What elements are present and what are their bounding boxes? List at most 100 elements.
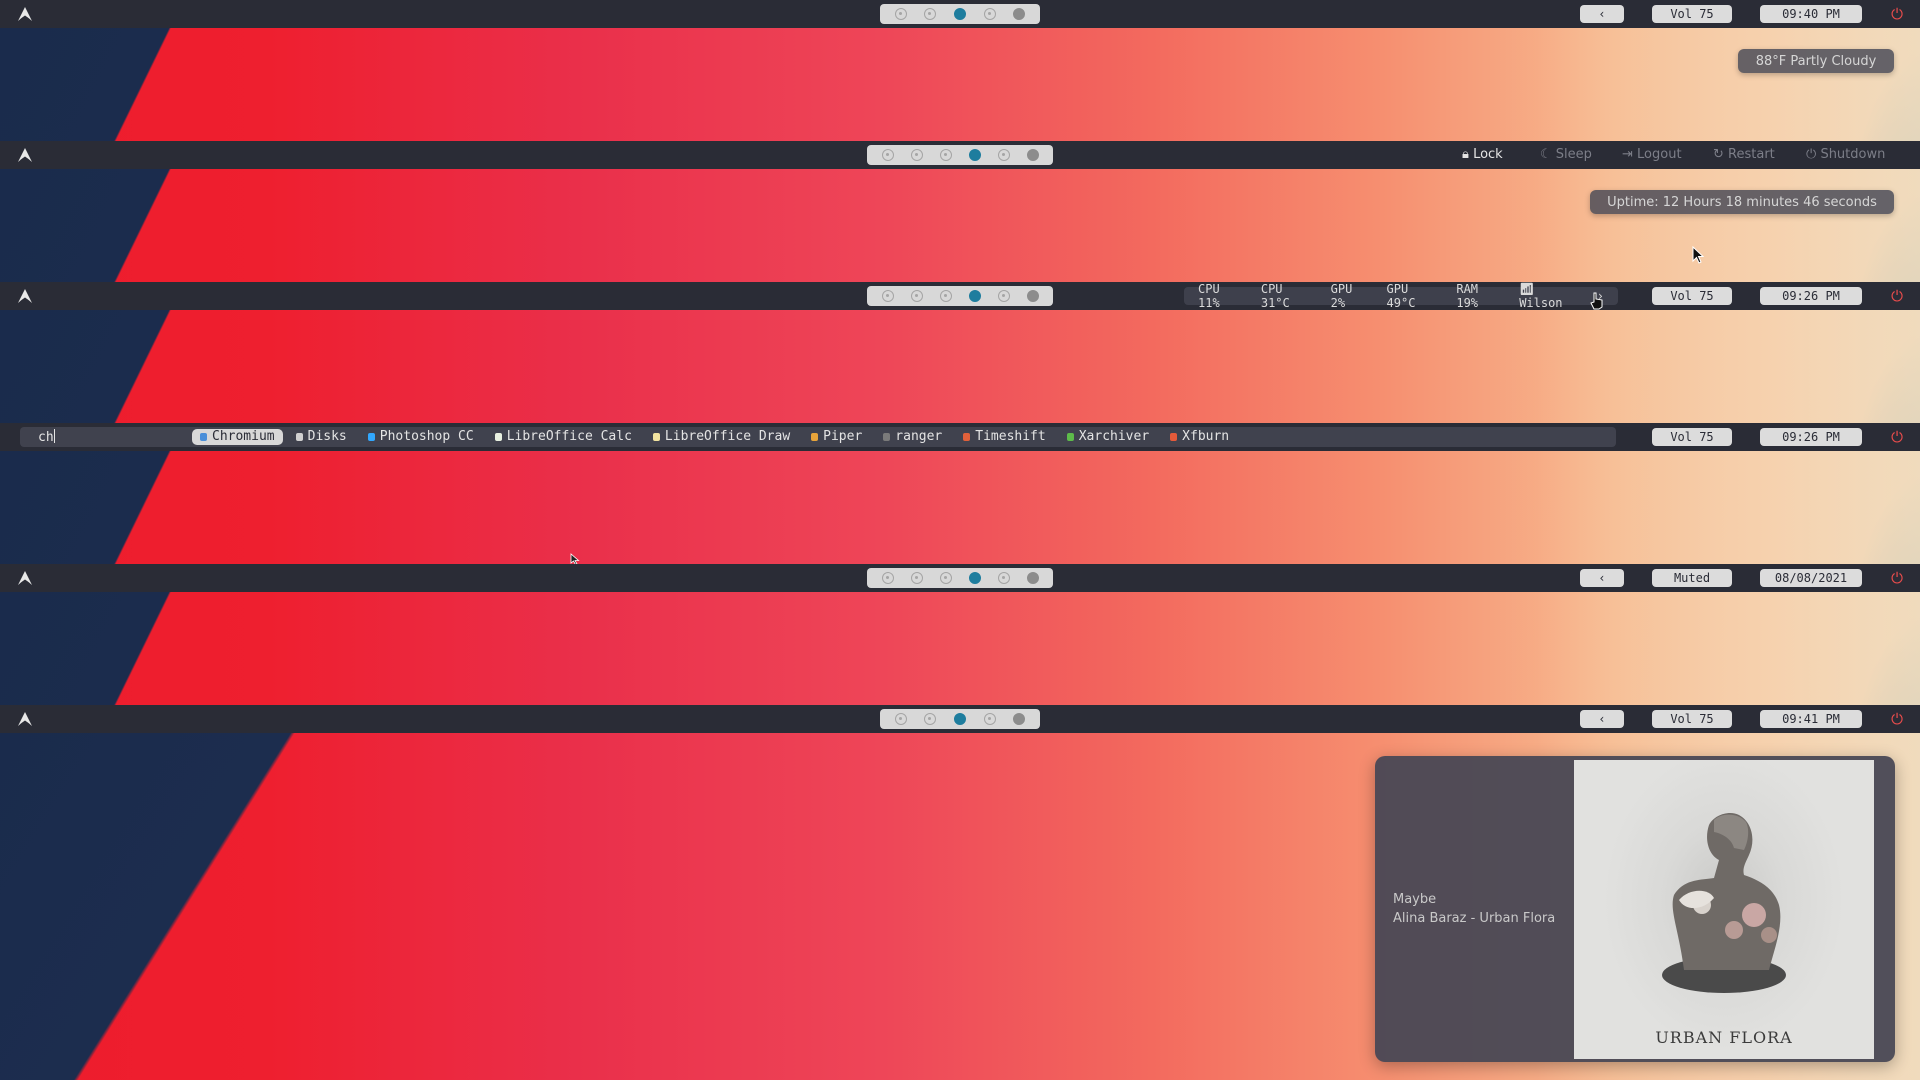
launcher-item[interactable]: Xfburn	[1162, 429, 1237, 445]
volume-indicator[interactable]: Vol 75	[1652, 287, 1732, 305]
app-launcher: ch Chromium Disks Photoshop CC LibreOffice …	[20, 427, 1616, 447]
app-icon	[367, 433, 375, 441]
workspace-2[interactable]	[910, 290, 923, 302]
launcher-item[interactable]: Chromium	[192, 429, 283, 445]
volume-indicator[interactable]: Vol 75	[1652, 428, 1732, 446]
top-bar-1: ‹ Vol 75 09:40 PM ⏻	[0, 0, 1920, 28]
power-icon[interactable]: ⏻	[1888, 287, 1906, 305]
launcher-search-input[interactable]: ch	[38, 429, 55, 445]
lock-icon: 🔒︎	[1462, 147, 1469, 162]
workspace-5[interactable]	[997, 572, 1010, 584]
track-title: Maybe	[1393, 892, 1437, 907]
mouse-pointer-icon	[1692, 246, 1704, 264]
collapse-button[interactable]: ‹	[1580, 710, 1624, 728]
launcher-item[interactable]: Piper	[803, 429, 870, 445]
launcher-item-label: Piper	[823, 429, 863, 444]
workspace-1[interactable]	[894, 8, 907, 20]
track-artist-album: Alina Baraz - Urban Flora	[1393, 911, 1556, 926]
launcher-item[interactable]: Disks	[288, 429, 355, 445]
volume-indicator[interactable]: Vol 75	[1652, 5, 1732, 23]
launcher-item[interactable]: Xarchiver	[1059, 429, 1157, 445]
chevron-left-icon: ‹	[1598, 712, 1606, 726]
date[interactable]: 08/08/2021	[1760, 569, 1862, 587]
lock-label: Lock	[1473, 147, 1503, 162]
power-icon[interactable]: ⏻	[1888, 569, 1906, 587]
wifi-ssid: Wilson	[1519, 296, 1563, 310]
workspace-3[interactable]	[939, 572, 952, 584]
arch-logo-icon[interactable]	[17, 570, 33, 586]
workspace-3[interactable]	[939, 290, 952, 302]
launcher-item[interactable]: Photoshop CC	[360, 429, 482, 445]
workspace-2[interactable]	[924, 8, 937, 20]
workspace-5[interactable]	[1013, 8, 1026, 20]
top-bar-4: ch Chromium Disks Photoshop CC LibreOffice …	[0, 423, 1920, 451]
workspace-2[interactable]	[924, 713, 937, 725]
arch-logo-icon[interactable]	[17, 6, 33, 22]
workspace-3[interactable]	[953, 8, 966, 20]
workspace-4[interactable]	[968, 572, 981, 584]
wifi-status[interactable]: 📶︎ Wilson	[1519, 282, 1583, 310]
launcher-item-label: Timeshift	[975, 429, 1046, 444]
sleep-button[interactable]: ☾ Sleep	[1540, 147, 1592, 162]
launcher-results: Chromium Disks Photoshop CC LibreOffice Cal…	[192, 429, 1242, 445]
workspace-4[interactable]	[983, 713, 996, 725]
logout-button[interactable]: ⇥ Logout	[1622, 147, 1682, 162]
top-bar-5: ‹ Muted 08/08/2021 ⏻	[0, 564, 1920, 592]
collapse-button[interactable]: ‹	[1580, 5, 1624, 23]
workspace-4[interactable]	[968, 290, 981, 302]
workspace-2[interactable]	[910, 572, 923, 584]
workspace-6[interactable]	[1026, 572, 1039, 584]
clock[interactable]: 09:26 PM	[1760, 287, 1862, 305]
app-icon	[1170, 433, 1178, 441]
gpu-temp: GPU 49°C	[1386, 282, 1416, 310]
collapse-button[interactable]: ‹	[1580, 569, 1624, 587]
arch-logo-icon[interactable]	[17, 147, 33, 163]
chevron-left-icon: ‹	[1598, 571, 1606, 585]
launcher-item[interactable]: ranger	[875, 429, 950, 445]
gpu-usage: GPU 2%	[1330, 282, 1353, 310]
workspace-6[interactable]	[1026, 149, 1039, 161]
workspace-1[interactable]	[881, 149, 894, 161]
workspace-switcher	[880, 4, 1040, 24]
app-icon	[295, 433, 303, 441]
power-icon[interactable]: ⏻	[1888, 710, 1906, 728]
volume-indicator[interactable]: Muted	[1652, 569, 1732, 587]
shutdown-label: Shutdown	[1820, 147, 1886, 162]
launcher-item-label: Photoshop CC	[379, 429, 474, 444]
restart-label: Restart	[1728, 147, 1775, 162]
workspace-3[interactable]	[939, 149, 952, 161]
workspace-3[interactable]	[953, 713, 966, 725]
lock-button[interactable]: 🔒︎ Lock	[1462, 147, 1503, 162]
ram-usage: RAM 19%	[1456, 282, 1479, 310]
workspace-1[interactable]	[881, 572, 894, 584]
workspace-1[interactable]	[894, 713, 907, 725]
workspace-2[interactable]	[910, 149, 923, 161]
arch-logo-icon[interactable]	[17, 288, 33, 304]
media-player-popup[interactable]: Maybe Alina Baraz - Urban Flora URBAN FL…	[1375, 756, 1895, 1062]
logout-label: Logout	[1637, 147, 1682, 162]
shutdown-button[interactable]: ⏻ Shutdown	[1806, 147, 1885, 162]
launcher-item[interactable]: Timeshift	[955, 429, 1053, 445]
workspace-4[interactable]	[983, 8, 996, 20]
workspace-5[interactable]	[1013, 713, 1026, 725]
workspace-switcher	[867, 568, 1053, 588]
workspace-4[interactable]	[968, 149, 981, 161]
workspace-5[interactable]	[997, 149, 1010, 161]
arch-logo-icon[interactable]	[17, 711, 33, 727]
system-monitor: CPU 11% CPU 31°C GPU 2% GPU 49°C RAM 19%…	[1184, 282, 1618, 310]
workspace-5[interactable]	[997, 290, 1010, 302]
clock[interactable]: 09:26 PM	[1760, 428, 1862, 446]
power-icon[interactable]: ⏻	[1888, 5, 1906, 23]
volume-indicator[interactable]: Vol 75	[1652, 710, 1732, 728]
clock[interactable]: 09:41 PM	[1760, 710, 1862, 728]
restart-button[interactable]: ↻ Restart	[1713, 147, 1775, 162]
wifi-icon: 📶︎	[1519, 282, 1535, 296]
launcher-item[interactable]: LibreOffice Draw	[645, 429, 798, 445]
clock[interactable]: 09:40 PM	[1760, 5, 1862, 23]
power-icon[interactable]: ⏻	[1888, 428, 1906, 446]
workspace-1[interactable]	[881, 290, 894, 302]
workspace-6[interactable]	[1026, 290, 1039, 302]
launcher-item[interactable]: LibreOffice Calc	[487, 429, 640, 445]
launcher-item-label: Xfburn	[1182, 429, 1230, 444]
restart-icon: ↻	[1713, 147, 1724, 162]
